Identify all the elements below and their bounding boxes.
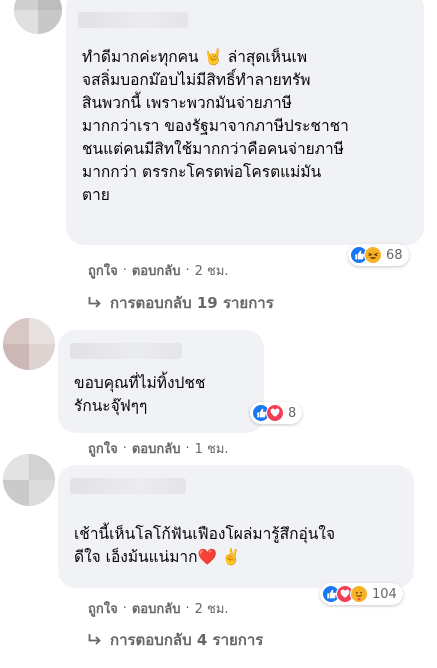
reaction-count: 104	[372, 586, 397, 602]
care-reaction-icon	[350, 585, 368, 603]
view-replies-label: การตอบกลับ 4 รายการ	[110, 631, 264, 649]
comment-actions: ถูกใจ · ตอบกลับ · 2 ชม.	[88, 260, 229, 281]
avatar[interactable]	[3, 318, 55, 370]
like-link[interactable]: ถูกใจ	[88, 598, 118, 619]
reply-link[interactable]: ตอบกลับ	[132, 260, 181, 281]
love-reaction-icon	[266, 404, 284, 422]
view-replies-link[interactable]: การตอบกลับ 4 รายการ	[88, 628, 263, 652]
comment-actions: ถูกใจ · ตอบกลับ · 2 ชม.	[88, 598, 229, 619]
separator-dot: ·	[122, 601, 127, 616]
reply-arrow-icon	[88, 634, 101, 645]
separator-dot: ·	[185, 263, 190, 278]
comment-text: เช้านี้เห็นโลโก้ฟันเฟืองโผล่มารู้สึกอุ่น…	[74, 525, 336, 566]
commenter-name-blurred[interactable]	[70, 478, 186, 494]
reaction-summary[interactable]: 8	[250, 402, 303, 424]
timestamp[interactable]: 2 ชม.	[195, 260, 229, 281]
reply-arrow-icon	[88, 297, 101, 308]
reply-link[interactable]: ตอบกลับ	[132, 438, 181, 459]
comment-actions: ถูกใจ · ตอบกลับ · 1 ชม.	[88, 438, 229, 459]
view-replies-link[interactable]: การตอบกลับ 19 รายการ	[88, 291, 274, 315]
reaction-count: 8	[288, 405, 297, 421]
comment-bubble: ทำดีมากค่ะทุกคน 🤘 ล่าสุดเห็นเพ จสลิ่มบอก…	[66, 0, 424, 245]
separator-dot: ·	[185, 441, 190, 456]
reaction-count: 68	[386, 247, 403, 263]
separator-dot: ·	[185, 601, 190, 616]
like-link[interactable]: ถูกใจ	[88, 260, 118, 281]
comment-bubble: เช้านี้เห็นโลโก้ฟันเฟืองโผล่มารู้สึกอุ่น…	[58, 465, 414, 588]
haha-reaction-icon	[364, 246, 382, 264]
commenter-name-blurred[interactable]	[70, 343, 182, 359]
separator-dot: ·	[122, 441, 127, 456]
like-link[interactable]: ถูกใจ	[88, 438, 118, 459]
comment-text: ขอบคุณที่ไม่ทิ้งปชช รักนะจุ๊ฟๆๆ	[74, 374, 206, 415]
avatar[interactable]	[3, 454, 55, 506]
avatar-top[interactable]	[14, 0, 62, 34]
comment-bubble: ขอบคุณที่ไม่ทิ้งปชช รักนะจุ๊ฟๆๆ	[58, 330, 264, 433]
commenter-name-blurred[interactable]	[78, 12, 188, 28]
reaction-summary[interactable]: 68	[348, 244, 409, 266]
reaction-summary[interactable]: 104	[320, 583, 403, 605]
timestamp[interactable]: 1 ชม.	[195, 438, 229, 459]
reply-link[interactable]: ตอบกลับ	[132, 598, 181, 619]
comment-text: ทำดีมากค่ะทุกคน 🤘 ล่าสุดเห็นเพ จสลิ่มบอก…	[82, 48, 349, 204]
separator-dot: ·	[122, 263, 127, 278]
view-replies-label: การตอบกลับ 19 รายการ	[110, 294, 274, 312]
timestamp[interactable]: 2 ชม.	[195, 598, 229, 619]
